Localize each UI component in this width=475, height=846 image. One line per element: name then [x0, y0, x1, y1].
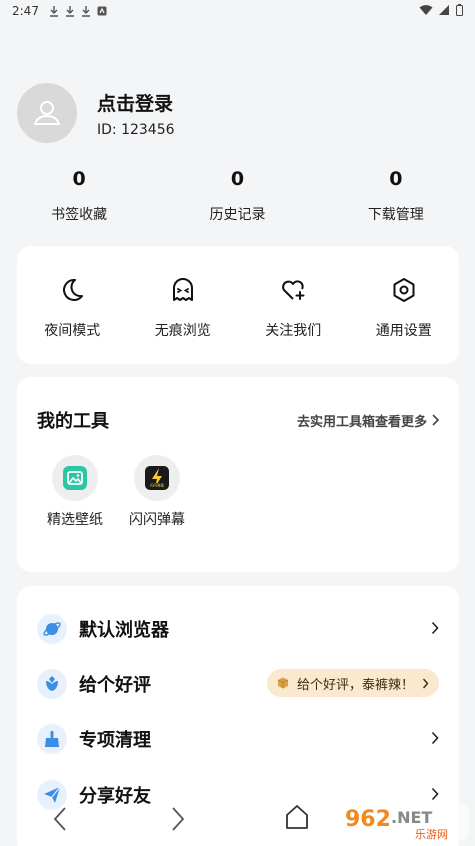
gift-box-icon: [277, 677, 289, 689]
tool-wallpaper[interactable]: 精选壁纸: [45, 455, 105, 529]
rate-promo-badge[interactable]: 给个好评，泰裤辣！: [266, 669, 439, 697]
feature-label: 通用设置: [375, 323, 432, 339]
menu-label: 给个好评: [79, 675, 151, 696]
ghost-icon: [172, 278, 193, 301]
back-icon[interactable]: [52, 806, 68, 832]
chevron-right-icon: [432, 414, 439, 426]
feature-follow-us[interactable]: 关注我们: [238, 246, 349, 364]
stat-value: 0: [230, 168, 245, 190]
tools-more-label: 去实用工具箱查看更多: [296, 414, 427, 430]
feature-incognito[interactable]: 无痕浏览: [128, 246, 239, 364]
wifi-icon: [419, 5, 433, 15]
menu-item-default-browser[interactable]: 默认浏览器: [37, 613, 439, 645]
download-icon: [49, 6, 58, 17]
avatar[interactable]: [17, 83, 77, 143]
status-time: 2:47: [12, 4, 39, 18]
stat-label: 历史记录: [209, 207, 266, 223]
home-icon[interactable]: [285, 804, 309, 830]
tool-danmaku[interactable]: 闪闪弹幕 闪闪弹幕: [127, 455, 187, 529]
stat-bookmarks[interactable]: 0 书签收藏: [0, 168, 158, 224]
status-bar: 2:47: [0, 0, 475, 22]
stat-history[interactable]: 0 历史记录: [158, 168, 316, 224]
feature-settings[interactable]: 通用设置: [349, 246, 460, 364]
stat-value: 0: [389, 168, 403, 190]
status-system-icons: [419, 4, 463, 16]
tools-card: 我的工具 去实用工具箱查看更多 精选壁纸 闪闪弹幕 闪闪弹幕: [17, 377, 459, 572]
feature-label: 关注我们: [265, 323, 322, 339]
svg-text:闪闪弹幕: 闪闪弹幕: [150, 483, 164, 488]
planet-icon: [43, 622, 61, 636]
signal-icon: [439, 5, 449, 15]
tool-label: 精选壁纸: [47, 512, 103, 528]
stat-label: 下载管理: [367, 207, 424, 223]
feature-label: 无痕浏览: [154, 323, 211, 339]
promo-text: 给个好评，泰裤辣！: [296, 677, 414, 693]
stats-row: 0 书签收藏 0 历史记录 0 下载管理: [0, 168, 475, 224]
tool-label: 闪闪弹幕: [129, 512, 185, 528]
lightning-icon: 闪闪弹幕: [145, 466, 169, 490]
tools-more-link[interactable]: 去实用工具箱查看更多: [297, 411, 439, 430]
stat-label: 书签收藏: [51, 207, 108, 223]
moon-icon: [63, 278, 84, 301]
svg-text:乐游网: 乐游网: [415, 828, 448, 841]
login-link[interactable]: 点击登录: [97, 89, 175, 116]
heart-plus-icon: [282, 280, 305, 300]
site-watermark-logo: 962 .NET 乐游网: [341, 804, 469, 841]
battery-icon: [456, 4, 463, 16]
feature-night-mode[interactable]: 夜间模式: [17, 246, 128, 364]
svg-text:.NET: .NET: [391, 808, 432, 827]
settings-icon: [393, 278, 415, 302]
menu-item-rate-us[interactable]: 给个好评 给个好评，泰裤辣！: [37, 668, 439, 700]
wallpaper-icon: [63, 466, 87, 490]
download-icon: [65, 6, 74, 17]
forward-icon[interactable]: [170, 806, 186, 832]
stat-value: 0: [72, 168, 86, 190]
menu-label: 默认浏览器: [79, 620, 169, 641]
tools-title: 我的工具: [37, 411, 109, 432]
chevron-right-icon: [431, 731, 439, 745]
user-icon: [34, 101, 60, 125]
download-icon: [81, 6, 90, 17]
chevron-right-icon: [422, 678, 429, 688]
profile-header[interactable]: 点击登录 ID: 123456: [17, 83, 175, 143]
flower-icon: [46, 676, 58, 691]
stat-downloads[interactable]: 0 下载管理: [317, 168, 475, 224]
chevron-right-icon: [431, 621, 439, 635]
status-notification-icons: [49, 5, 107, 17]
menu-item-cleanup[interactable]: 专项清理: [37, 723, 439, 755]
chevron-right-icon: [431, 787, 439, 801]
user-id: ID: 123456: [97, 121, 175, 138]
svg-text:962: 962: [345, 807, 391, 832]
app-notification-icon: [97, 6, 107, 16]
menu-label: 专项清理: [79, 730, 151, 751]
feature-label: 夜间模式: [44, 323, 101, 339]
broom-icon: [45, 731, 59, 747]
features-card: 夜间模式 无痕浏览 关注我们 通用设置: [17, 246, 459, 364]
